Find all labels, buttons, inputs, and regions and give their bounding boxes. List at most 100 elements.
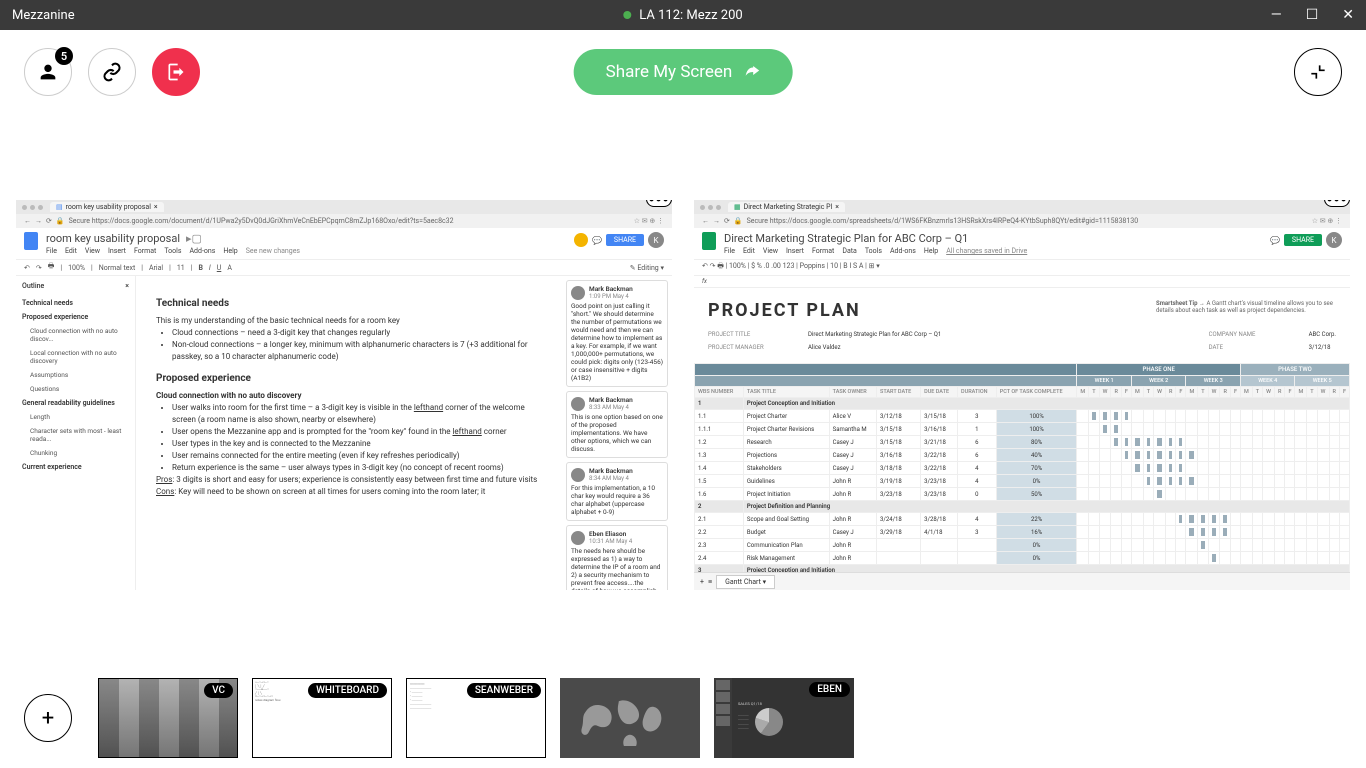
thumb-label: WHITEBOARD [308, 683, 387, 698]
meta-value: Alice Valdez [808, 344, 841, 351]
meta-value: ABC Corp. [1309, 331, 1336, 338]
undo-icon: ↶ [24, 264, 30, 272]
panel-left[interactable]: ●●● ▤ room key usability proposal × ← → … [16, 200, 672, 590]
addr-icons: ☆ ✉ ⊕ ⋮ [634, 217, 664, 225]
minimize-icon[interactable]: — [1271, 7, 1282, 23]
bullet: User types in the key and is connected t… [172, 438, 542, 450]
thumbnail-whiteboard[interactable]: ⌂─○─□─○│ ╲ │ ╱○──●──○╱ │ ╲□─○─□─○─□notes… [252, 678, 392, 758]
link-button[interactable] [88, 48, 136, 96]
meta-label: PROJECT MANAGER [708, 344, 778, 351]
thumbnail-eben[interactable]: SALES Q1/18 ──────────────────── EBEN [714, 678, 854, 758]
url-text: Secure https://docs.google.com/document/… [69, 217, 454, 225]
bullet: Cloud connections – need a 3-digit key t… [172, 327, 542, 339]
status-dot-icon [623, 11, 631, 19]
collapse-icon [1308, 62, 1328, 82]
browser-chrome: ▦ Direct Marketing Strategic Pl × [694, 200, 1350, 214]
bullet: User opens the Mezzanine app and is prom… [172, 426, 542, 438]
zoom: 100% [68, 264, 85, 272]
menu-format: Format [134, 247, 156, 255]
doc-frame: ▤ room key usability proposal × ← → ⟳ 🔒 … [16, 200, 672, 590]
menu-insert: Insert [108, 247, 126, 255]
menu-insert: Insert [786, 247, 804, 255]
thumb-label: VC [204, 683, 233, 698]
share-button: SHARE [1284, 234, 1322, 246]
bullet: User walks into room for the first time … [172, 402, 542, 426]
plan-meta: PROJECT TITLEDirect Marketing Strategic … [708, 331, 1336, 351]
menu-addons: Add-ons [890, 247, 916, 255]
avatar-icon [571, 468, 585, 482]
browser-tab: ▦ Direct Marketing Strategic Pl × [728, 202, 845, 212]
doc-outline: Outline× Technical needsProposed experie… [16, 276, 136, 590]
thumbnail-map[interactable] [560, 678, 700, 758]
url-text: Secure https://docs.google.com/spreadshe… [747, 217, 1139, 225]
share-arrow-icon [742, 63, 760, 81]
style: Normal text [99, 264, 136, 272]
workspace: ●●● ▤ room key usability proposal × ← → … [0, 114, 1366, 614]
sheet-tab: Gantt Chart ▾ [716, 575, 775, 589]
paragraph: This is my understanding of the basic te… [156, 315, 542, 327]
tab-close-icon: × [154, 203, 158, 211]
paragraph: Pros: 3 digits is short and easy for use… [156, 474, 542, 486]
tab-title: Direct Marketing Strategic Pl [744, 203, 833, 211]
menu-addons: Add-ons [189, 247, 215, 255]
app-name: Mezzanine [12, 8, 75, 23]
doc-toolbar: ↶ ↷ 🖶 | 100% | Normal text | Arial | 11 … [16, 260, 672, 276]
panel-right[interactable]: ●●● ▦ Direct Marketing Strategic Pl × ← … [694, 200, 1350, 590]
avatar-icon [571, 286, 585, 300]
outline-title: Outline [22, 282, 44, 290]
traffic-light-icon [716, 205, 721, 210]
fullscreen-exit-button[interactable] [1294, 48, 1342, 96]
lock-icon: 🔒 [734, 217, 743, 225]
menu-file: File [46, 247, 57, 255]
thumb-label: EBEN [809, 682, 850, 697]
menu-format: Format [812, 247, 834, 255]
reload-icon: ⟳ [724, 217, 730, 225]
doc-content: Technical needs This is my understanding… [136, 276, 562, 590]
share-screen-button[interactable]: Share My Screen [574, 49, 793, 95]
outline-item: Chunking [22, 446, 129, 460]
thumbnail-vc[interactable]: VC [98, 678, 238, 758]
sheet-toolbar: ↶ ↷ 🖶 | 100% | $ % .0 .00 123 | Poppins … [694, 260, 1350, 276]
thumbnail-tray: + VC ⌂─○─□─○│ ╲ │ ╱○──●──○╱ │ ╲□─○─□─○─□… [0, 668, 1366, 768]
outline-item: Proposed experience [22, 310, 129, 324]
outline-item: General readability guidelines [22, 396, 129, 410]
sheet-body: PROJECT PLAN Smartsheet Tip → A Gantt ch… [694, 288, 1350, 572]
exit-button[interactable] [152, 48, 200, 96]
address-bar: ← → ⟳ 🔒 Secure https://docs.google.com/s… [694, 214, 1350, 228]
font: Arial [149, 264, 163, 272]
outline-item: Length [22, 410, 129, 424]
close-icon[interactable]: ✕ [1342, 7, 1354, 23]
room-indicator: LA 112: Mezz 200 [623, 8, 742, 23]
folder-icon: ▸▢ [186, 232, 202, 245]
thumbnail-seanweber[interactable]: ━━━━━━━━──────────• ─────• ─────• ──────… [406, 678, 546, 758]
avatar-icon [571, 531, 585, 545]
menu-file: File [724, 247, 735, 255]
window-controls: — ☐ ✕ [1271, 7, 1354, 23]
browser-chrome: ▤ room key usability proposal × [16, 200, 672, 214]
tab-close-icon: × [835, 203, 839, 211]
menu-edit: Edit [743, 247, 755, 255]
formula-bar: fx [694, 276, 1350, 288]
subheading: Cloud connection with no auto discovery [156, 391, 302, 400]
meta-label: COMPANY NAME [1209, 331, 1279, 338]
comment: Mark Backman8:33 AM May 4This is one opt… [566, 391, 668, 458]
participants-count: 5 [55, 47, 73, 65]
bullet: Non-cloud connections – a longer key, mi… [172, 339, 542, 363]
address-bar: ← → ⟳ 🔒 Secure https://docs.google.com/d… [16, 214, 672, 228]
participants-button[interactable]: 5 [24, 48, 72, 96]
add-source-button[interactable]: + [24, 694, 72, 742]
maximize-icon[interactable]: ☐ [1306, 7, 1319, 23]
heading: Technical needs [156, 296, 542, 311]
menu-tools: Tools [865, 247, 882, 255]
menu-help: Help [924, 247, 938, 255]
sheet-tabs: + ≡ Gantt Chart ▾ [694, 572, 1350, 590]
meta-label: PROJECT TITLE [708, 331, 778, 338]
traffic-light-icon [38, 205, 43, 210]
thumb-preview [560, 678, 700, 758]
browser-tab: ▤ room key usability proposal × [50, 202, 164, 212]
menu-data: Data [842, 247, 857, 255]
world-map-icon [567, 690, 693, 746]
text-color: A [227, 264, 232, 272]
doc-body: Outline× Technical needsProposed experie… [16, 276, 672, 590]
plan-title: PROJECT PLAN [708, 300, 861, 321]
